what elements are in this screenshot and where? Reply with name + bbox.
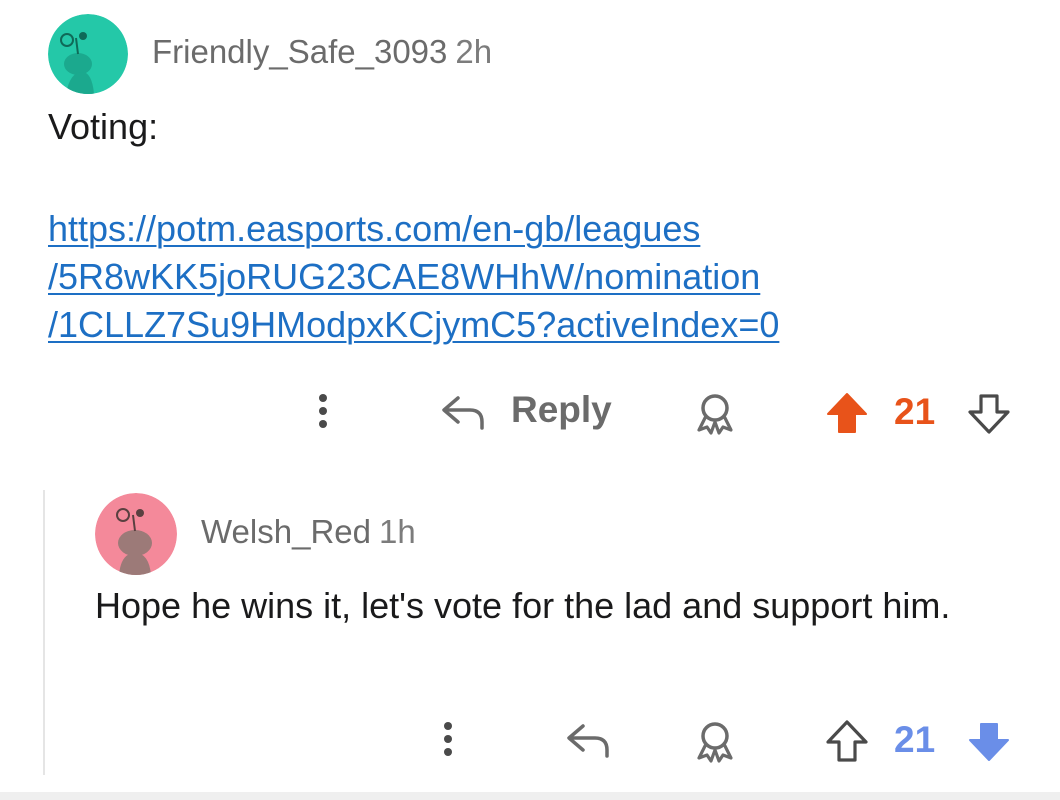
award-icon[interactable] bbox=[693, 392, 737, 436]
upvote-arrow-icon[interactable] bbox=[824, 718, 870, 764]
author-name[interactable]: Friendly_Safe_3093 bbox=[152, 33, 447, 70]
snoo-avatar-icon bbox=[95, 493, 177, 575]
user-avatar[interactable] bbox=[95, 493, 177, 575]
more-vertical-icon[interactable] bbox=[433, 716, 463, 762]
snoo-avatar-icon bbox=[48, 14, 128, 94]
link-line[interactable]: https://potm.easports.com/en-gb/leagues bbox=[48, 205, 779, 253]
downvote-arrow-icon[interactable] bbox=[966, 392, 1012, 436]
reply-arrow-icon[interactable] bbox=[565, 720, 613, 760]
more-vertical-icon[interactable] bbox=[308, 388, 338, 434]
comment-meta: Friendly_Safe_3093 2h bbox=[152, 33, 492, 71]
comment-body: Voting: bbox=[48, 106, 159, 147]
award-icon[interactable] bbox=[693, 720, 737, 764]
vote-count: 21 bbox=[894, 719, 936, 760]
author-name[interactable]: Welsh_Red bbox=[201, 513, 371, 550]
comment-age: 2h bbox=[455, 33, 493, 70]
comment-meta: Welsh_Red 1h bbox=[201, 513, 416, 551]
vote-count: 21 bbox=[894, 391, 936, 432]
comment-body: Hope he wins it, let's vote for the lad … bbox=[95, 585, 951, 626]
link-line[interactable]: /1CLLZ7Su9HModpxKCjymC5?activeIndex=0 bbox=[48, 301, 779, 349]
upvote-arrow-icon[interactable] bbox=[824, 390, 870, 436]
reply-arrow-icon[interactable] bbox=[440, 392, 488, 432]
reply-button[interactable]: Reply bbox=[511, 389, 612, 431]
link-line[interactable]: /5R8wKK5joRUG23CAE8WHhW/nomination bbox=[48, 253, 779, 301]
comment-link[interactable]: https://potm.easports.com/en-gb/leagues … bbox=[48, 205, 779, 349]
downvote-arrow-icon[interactable] bbox=[966, 720, 1012, 764]
comment-actions: Reply 21 bbox=[0, 382, 1060, 442]
user-avatar[interactable] bbox=[48, 14, 128, 94]
comment-actions: 21 bbox=[0, 710, 1060, 770]
comment: Friendly_Safe_3093 2h Voting: https://pot… bbox=[0, 0, 1060, 470]
comment-age: 1h bbox=[378, 513, 416, 550]
bottom-divider bbox=[0, 792, 1060, 800]
